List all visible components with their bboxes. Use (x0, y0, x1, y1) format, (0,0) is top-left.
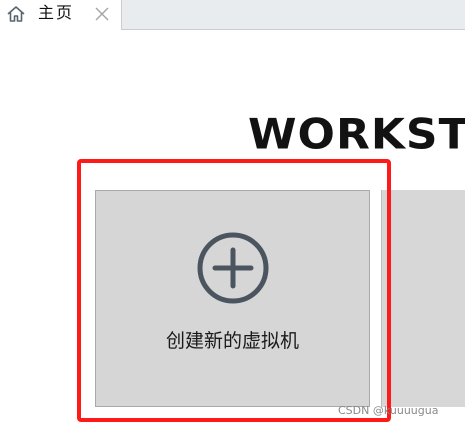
watermark: CSDN @kuuuugua (338, 404, 439, 417)
close-icon[interactable] (92, 4, 112, 24)
tab-home[interactable]: 主页 (0, 0, 122, 30)
brand-logo-text: WORKST (248, 110, 465, 159)
home-icon (7, 6, 25, 22)
tab-label: 主页 (38, 3, 75, 22)
plus-circle-icon (197, 232, 269, 304)
create-vm-label: 创建新的虚拟机 (165, 330, 299, 352)
tab-bar: 主页 (0, 0, 465, 30)
create-vm-button[interactable]: 创建新的虚拟机 (95, 190, 370, 407)
open-vm-card[interactable] (381, 190, 465, 407)
